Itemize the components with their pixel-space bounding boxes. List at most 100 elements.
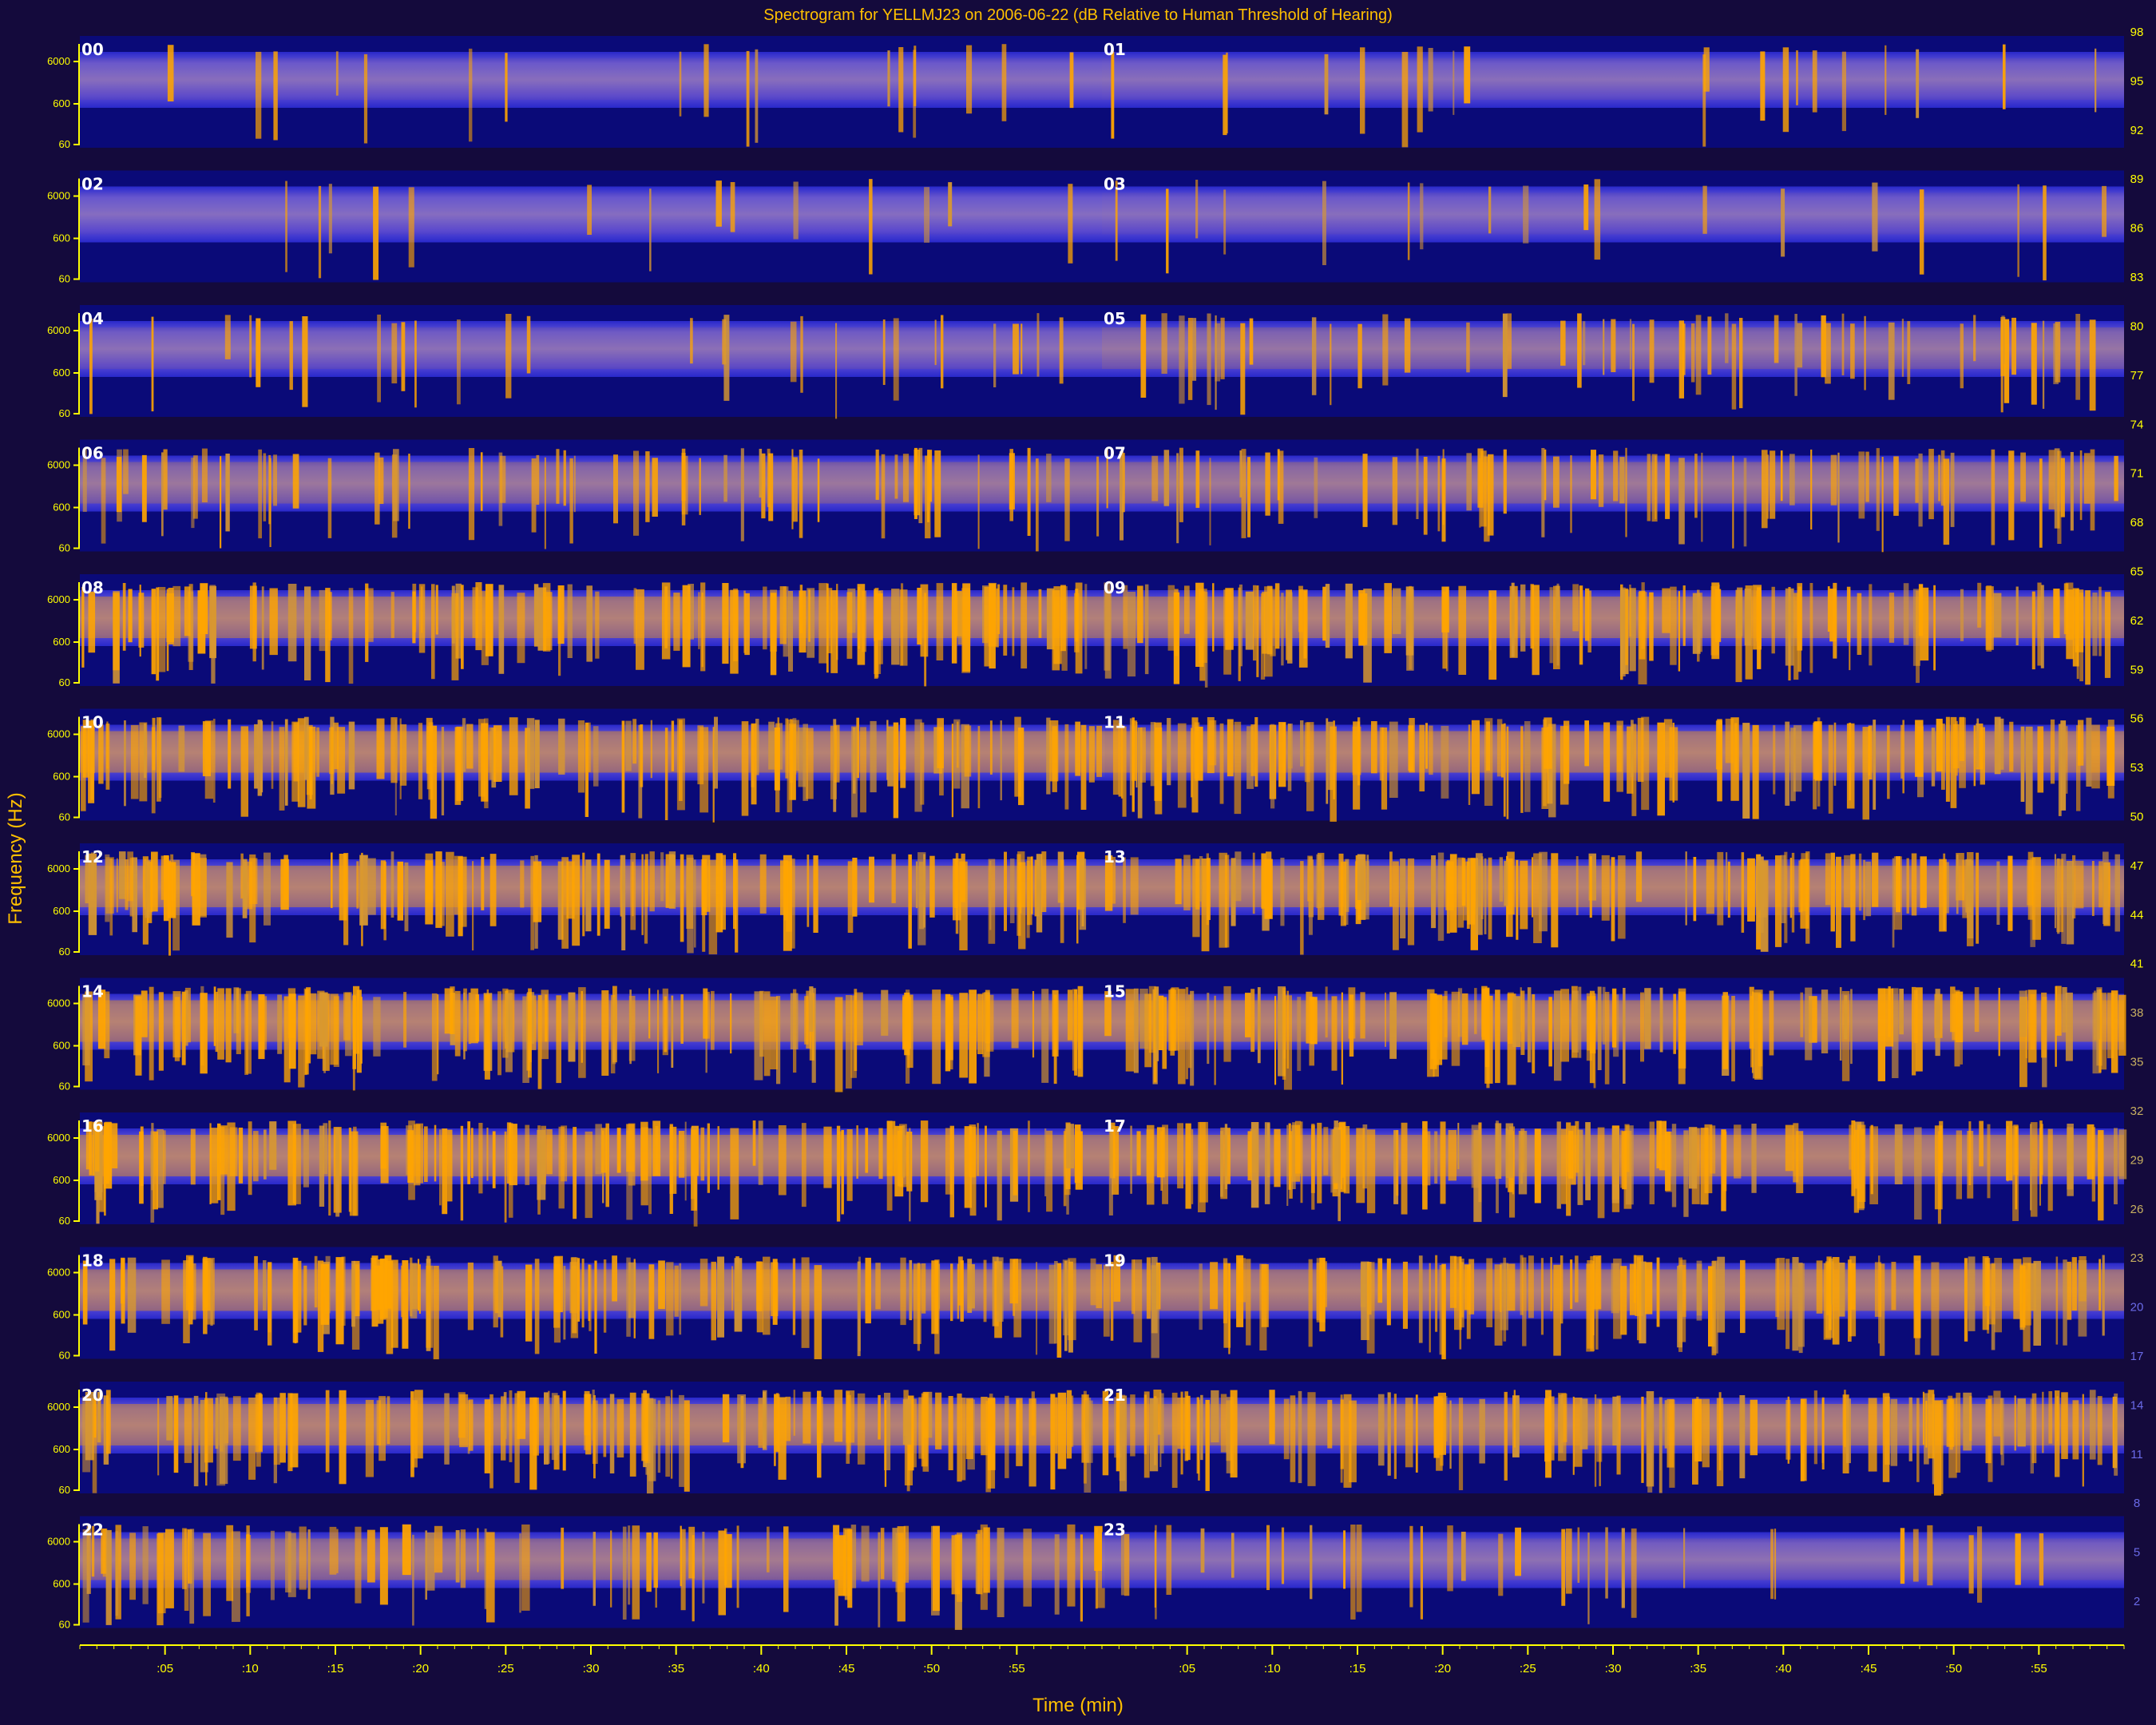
call-burst: [1694, 454, 1698, 518]
call-burst: [1013, 1259, 1015, 1316]
call-burst: [1838, 1263, 1845, 1317]
call-burst: [1270, 724, 1275, 809]
call-burst: [1079, 859, 1087, 930]
call-burst: [377, 314, 381, 402]
call-burst: [533, 584, 539, 647]
call-burst: [744, 593, 750, 656]
call-burst: [412, 1534, 414, 1626]
call-burst: [82, 1396, 91, 1473]
call-burst: [997, 1130, 1002, 1221]
call-burst: [1448, 1130, 1456, 1181]
call-burst: [1717, 719, 1722, 802]
call-burst: [671, 995, 674, 1068]
call-burst: [451, 585, 455, 644]
call-burst: [569, 458, 573, 544]
call-burst: [700, 582, 706, 672]
colorbar-label: 89: [2130, 172, 2144, 186]
call-burst: [854, 989, 858, 1071]
call-burst: [1912, 1529, 1919, 1582]
call-burst: [1544, 717, 1552, 769]
call-burst: [1422, 1131, 1431, 1186]
call-burst: [1300, 720, 1304, 767]
call-burst: [1314, 457, 1318, 518]
call-burst: [948, 182, 953, 227]
call-burst: [1868, 725, 1873, 779]
call-burst: [1548, 1396, 1555, 1461]
call-burst: [1993, 593, 2002, 637]
call-burst: [1507, 851, 1515, 915]
call-burst: [316, 727, 319, 777]
call-burst: [1952, 724, 1960, 769]
call-burst: [1487, 454, 1494, 536]
call-burst: [645, 451, 650, 522]
call-burst: [2031, 323, 2037, 405]
call-burst: [875, 593, 883, 640]
call-burst: [622, 1526, 627, 1620]
call-burst: [1210, 1262, 1219, 1310]
call-burst: [290, 1393, 299, 1468]
call-burst: [582, 852, 585, 937]
call-burst: [1282, 723, 1286, 774]
call-burst: [447, 1129, 453, 1202]
call-burst: [317, 1260, 324, 1352]
call-burst: [1577, 1527, 1580, 1583]
call-burst: [1773, 725, 1776, 795]
call-burst: [1560, 320, 1566, 366]
call-burst: [816, 1397, 823, 1444]
call-burst: [790, 993, 799, 1049]
call-burst: [925, 455, 931, 539]
call-burst: [1903, 583, 1909, 645]
call-burst: [149, 986, 154, 1081]
call-burst: [1308, 1259, 1313, 1347]
call-burst: [293, 722, 299, 782]
call-burst: [2070, 452, 2074, 531]
call-burst: [1520, 990, 1525, 1055]
call-burst: [1402, 1261, 1408, 1329]
call-burst: [860, 727, 866, 813]
call-burst: [166, 1396, 173, 1441]
y-tick-label: 6000: [47, 190, 70, 202]
call-burst: [1915, 720, 1924, 777]
call-burst: [215, 1398, 219, 1449]
call-burst: [700, 1259, 708, 1307]
call-burst: [1994, 1258, 2002, 1333]
segment-label: 13: [1104, 847, 1126, 866]
call-burst: [1770, 450, 1776, 519]
call-burst: [1747, 858, 1755, 922]
call-burst: [658, 1260, 665, 1309]
call-burst: [1253, 585, 1257, 661]
call-burst: [1541, 448, 1545, 537]
call-burst: [1553, 456, 1560, 508]
call-burst: [439, 1129, 442, 1206]
call-burst: [2020, 452, 2026, 502]
call-burst: [1146, 1257, 1151, 1319]
call-burst: [2009, 859, 2011, 907]
call-burst: [969, 1126, 977, 1216]
call-burst: [1825, 323, 1831, 384]
call-burst: [902, 454, 910, 502]
call-burst: [936, 583, 944, 660]
call-burst: [1914, 1127, 1922, 1220]
call-burst: [1659, 987, 1663, 1053]
call-burst: [386, 1396, 390, 1444]
call-burst: [918, 1397, 924, 1459]
call-burst: [1956, 1130, 1962, 1200]
call-burst: [861, 1525, 870, 1582]
call-burst: [2090, 449, 2095, 531]
colorbar-label: 59: [2130, 663, 2144, 676]
call-burst: [380, 1122, 387, 1169]
call-burst: [707, 1123, 710, 1193]
call-burst: [2042, 1391, 2044, 1453]
call-burst: [81, 726, 86, 811]
call-burst: [1214, 995, 1216, 1085]
call-burst: [1385, 992, 1386, 1047]
call-burst: [957, 1393, 962, 1482]
call-burst: [902, 1125, 906, 1178]
call-burst: [1928, 449, 1934, 520]
call-burst: [1155, 728, 1163, 815]
call-burst: [1565, 1529, 1572, 1594]
call-burst: [408, 187, 414, 268]
call-burst: [2055, 985, 2062, 1036]
call-burst: [292, 454, 299, 509]
call-burst: [870, 720, 877, 793]
